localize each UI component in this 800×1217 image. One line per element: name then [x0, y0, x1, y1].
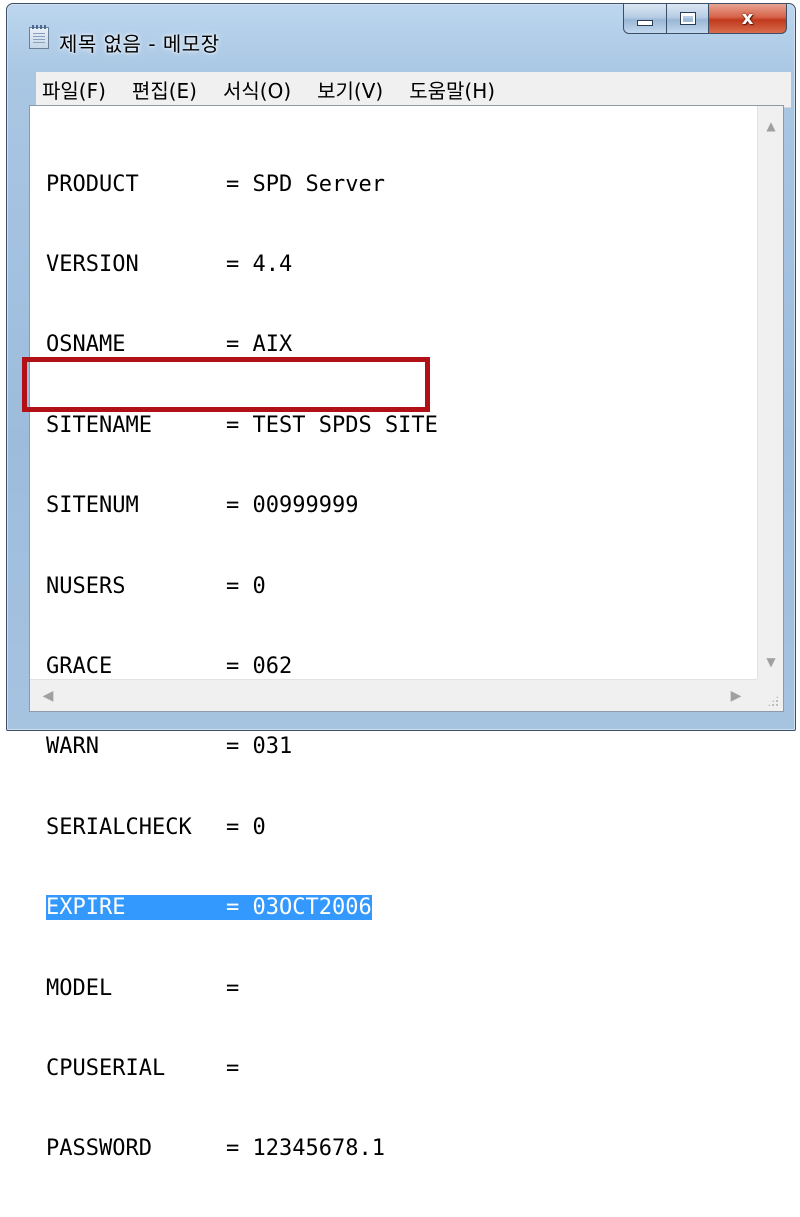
text-line: PASSWORD = 12345678.1: [46, 1136, 385, 1162]
minimize-icon: [637, 19, 653, 26]
maximize-button[interactable]: [667, 4, 709, 34]
menu-file[interactable]: 파일(F): [42, 75, 106, 104]
minimize-button[interactable]: [623, 4, 667, 34]
horizontal-scrollbar[interactable]: ◀ ▶: [30, 679, 758, 711]
notepad-icon[interactable]: [29, 25, 49, 49]
maximize-icon: [679, 12, 696, 25]
text-line: VERSION = 4.4: [46, 251, 293, 277]
scroll-up-arrow-icon[interactable]: ▲: [758, 114, 784, 138]
vertical-scrollbar[interactable]: ▲ ▼: [757, 106, 783, 680]
text-line: OSNAME = AIX: [46, 332, 293, 358]
menu-format[interactable]: 서식(O): [223, 75, 291, 104]
menu-view[interactable]: 보기(V): [317, 75, 383, 104]
text-line: GRACE = 062: [46, 653, 293, 679]
menu-edit[interactable]: 편집(E): [132, 75, 197, 104]
text-line: PRODUCT = SPD Server: [46, 171, 385, 197]
scroll-down-arrow-icon[interactable]: ▼: [758, 650, 784, 674]
menu-bar: 파일(F) 편집(E) 서식(O) 보기(V) 도움말(H): [36, 72, 791, 108]
text-line: SITENUM = 00999999: [46, 493, 359, 519]
text-line: CPUSERIAL =: [46, 1055, 240, 1081]
annotation-highlight-box: [22, 357, 430, 412]
close-button[interactable]: x: [709, 4, 787, 34]
text-line: SITENAME = TEST SPDS SITE: [46, 412, 438, 438]
text-line: NUSERS = 0: [46, 573, 266, 599]
close-icon: x: [741, 8, 754, 29]
text-line: WARN = 031: [46, 734, 293, 760]
text-line: MODEL =: [46, 975, 240, 1001]
selected-text-line[interactable]: EXPIRE = 03OCT2006: [46, 895, 758, 922]
title-bar[interactable]: 제목 없음 - 메모장 x: [7, 4, 795, 64]
scroll-right-arrow-icon[interactable]: ▶: [724, 680, 748, 712]
text-line: SERIALCHECK = 0: [46, 814, 266, 840]
resize-grip-icon[interactable]: [757, 679, 783, 711]
scroll-left-arrow-icon[interactable]: ◀: [36, 680, 60, 712]
window-title: 제목 없음 - 메모장: [59, 32, 220, 56]
menu-help[interactable]: 도움말(H): [409, 75, 495, 104]
caption-buttons: x: [623, 4, 787, 34]
